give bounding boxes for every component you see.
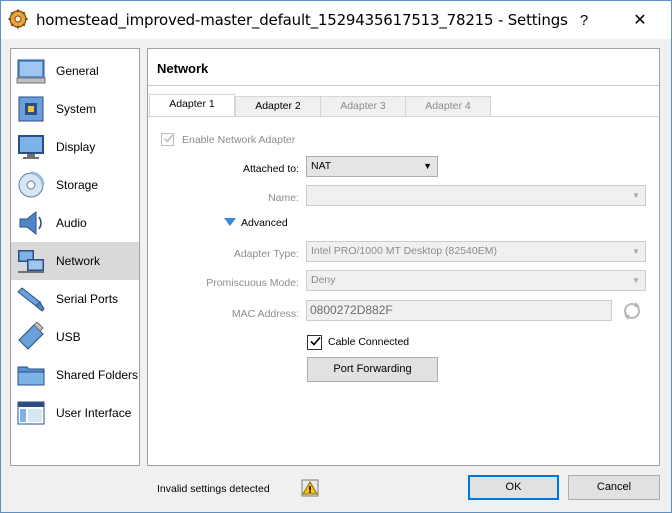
dropdown-arrow-icon: ▼ (632, 247, 640, 256)
advanced-toggle[interactable]: Advanced (224, 216, 314, 232)
sidebar-item-general[interactable]: General (11, 52, 139, 90)
warning-icon[interactable] (301, 479, 319, 497)
sidebar-item-label: Serial Ports (56, 292, 119, 306)
window-title: homestead_improved-master_default_152943… (36, 11, 568, 29)
shared-folders-icon (17, 366, 45, 386)
cable-connected-checkbox[interactable] (307, 335, 322, 350)
help-button[interactable]: ? (561, 1, 607, 39)
sidebar-item-usb[interactable]: USB (11, 318, 139, 356)
close-icon: ✕ (633, 12, 647, 29)
status-message: Invalid settings detected (157, 483, 270, 495)
sidebar-item-audio[interactable]: Audio (11, 204, 139, 242)
sidebar-item-label: Shared Folders (56, 368, 139, 382)
check-icon (163, 134, 174, 143)
mac-address-label: MAC Address: (231, 308, 299, 320)
tab-adapter-4: Adapter 4 (405, 96, 491, 116)
close-button[interactable]: ✕ (617, 1, 663, 39)
port-forwarding-button[interactable]: Port Forwarding (307, 357, 438, 382)
sidebar-item-shared-folders[interactable]: Shared Folders (11, 356, 139, 394)
display-icon (18, 135, 44, 159)
refresh-mac-icon (624, 302, 640, 320)
sidebar-item-user-interface[interactable]: User Interface (11, 394, 139, 432)
adapter-type-select: Intel PRO/1000 MT Desktop (82540EM) ▼ (306, 241, 646, 262)
virtualbox-gear-icon (8, 9, 28, 29)
adapter-tabs: Adapter 1 Adapter 2 Adapter 3 Adapter 4 (148, 94, 659, 117)
sidebar-item-storage[interactable]: Storage (11, 166, 139, 204)
check-icon (310, 336, 321, 346)
title-bar: homestead_improved-master_default_152943… (1, 1, 671, 39)
attached-to-value: NAT (311, 160, 332, 172)
mac-address-field: 0800272D882F (306, 300, 612, 321)
sidebar-item-label: Display (56, 140, 96, 154)
general-icon (16, 59, 46, 84)
sidebar-item-label: Audio (56, 216, 87, 230)
tab-adapter-3: Adapter 3 (320, 96, 406, 116)
promiscuous-mode-select: Deny ▼ (306, 270, 646, 291)
sidebar-item-system[interactable]: System (11, 90, 139, 128)
name-select: ▼ (306, 185, 646, 206)
user-interface-icon (17, 401, 45, 425)
sidebar-item-label: Network (56, 254, 101, 268)
network-panel: Network Adapter 1 Adapter 2 Adapter 3 Ad… (147, 48, 660, 466)
sidebar-item-label: User Interface (56, 406, 132, 420)
audio-icon (19, 210, 42, 236)
cancel-button[interactable]: Cancel (568, 475, 660, 500)
dropdown-arrow-icon: ▼ (632, 276, 640, 285)
serial-ports-icon (17, 287, 45, 312)
help-icon: ? (579, 11, 589, 29)
cable-connected-label: Cable Connected (328, 336, 410, 348)
adapter-1-pane: Enable Network Adapter Attached to: NAT … (148, 116, 659, 465)
dropdown-arrow-icon: ▼ (632, 191, 640, 200)
advanced-label: Advanced (241, 217, 288, 229)
adapter-type-value: Intel PRO/1000 MT Desktop (82540EM) (311, 245, 497, 257)
name-label: Name: (268, 192, 299, 204)
sidebar-item-network[interactable]: Network (11, 242, 139, 280)
sidebar-item-label: General (56, 64, 99, 78)
sidebar-item-serial-ports[interactable]: Serial Ports (11, 280, 139, 318)
tab-adapter-1[interactable]: Adapter 1 (149, 94, 235, 117)
adapter-type-label: Adapter Type: (233, 248, 299, 260)
dropdown-arrow-icon: ▼ (423, 161, 432, 171)
settings-window: homestead_improved-master_default_152943… (0, 0, 672, 513)
sidebar-item-label: System (56, 102, 97, 116)
system-icon (18, 96, 44, 122)
expand-triangle-icon (224, 218, 236, 226)
ok-button[interactable]: OK (468, 475, 559, 500)
sidebar-item-label: Storage (56, 178, 99, 192)
sidebar-item-label: USB (56, 330, 81, 344)
section-header: Network (148, 49, 659, 86)
storage-icon (18, 171, 45, 198)
usb-icon (18, 322, 44, 350)
enable-adapter-label: Enable Network Adapter (182, 134, 296, 146)
settings-sidebar: General System Display Storage Audio Net… (10, 48, 140, 466)
page-title: Network (157, 61, 209, 76)
network-icon (18, 250, 44, 273)
promiscuous-mode-value: Deny (311, 274, 336, 286)
tab-adapter-2[interactable]: Adapter 2 (235, 96, 321, 116)
promiscuous-mode-label: Promiscuous Mode: (206, 277, 299, 289)
attached-to-select[interactable]: NAT ▼ (306, 156, 438, 177)
sidebar-item-display[interactable]: Display (11, 128, 139, 166)
attached-to-label: Attached to: (242, 163, 299, 175)
enable-adapter-checkbox (161, 133, 174, 146)
